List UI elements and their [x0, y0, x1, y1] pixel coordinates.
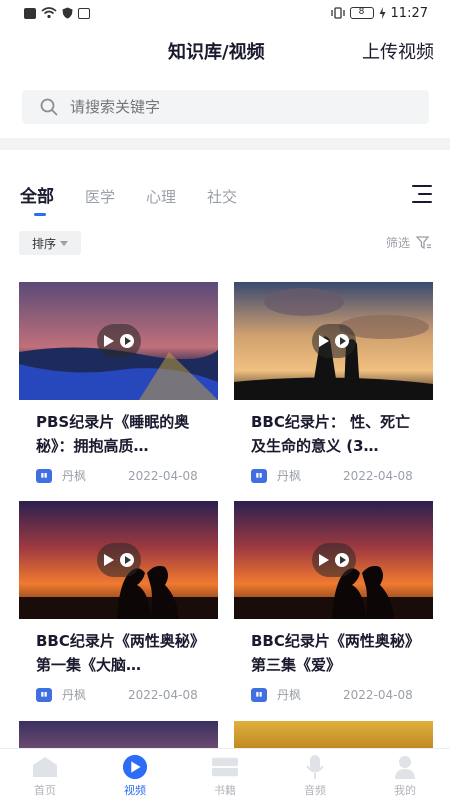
video-meta: ▮▮ 丹枫 2022-04-08: [251, 467, 433, 484]
bottom-navigation: 首页 视频 书籍 音频 我的: [0, 748, 450, 800]
video-meta: ▮▮ 丹枫 2022-04-08: [251, 686, 433, 703]
video-meta: ▮▮ 丹枫 2022-04-08: [36, 686, 218, 703]
status-bar: 8 11:27: [0, 0, 450, 26]
tab-medicine[interactable]: 医学: [85, 186, 115, 207]
play-button[interactable]: [312, 543, 356, 577]
play-icon: [104, 554, 114, 566]
active-tab-indicator: [34, 213, 46, 216]
play-button[interactable]: [97, 543, 141, 577]
nav-home[interactable]: 首页: [0, 749, 90, 800]
play-icon: [319, 335, 329, 347]
nav-label: 我的: [394, 784, 416, 797]
couple-silhouette-thumbnail[interactable]: [234, 282, 433, 400]
video-title[interactable]: BBC纪录片《两性奥秘》第三集《爱》: [251, 629, 421, 677]
nav-profile[interactable]: 我的: [360, 749, 450, 800]
user-icon: [392, 755, 418, 779]
nav-label: 音频: [304, 784, 326, 797]
wifi-icon: [41, 7, 57, 19]
nav-label: 首页: [34, 784, 56, 797]
author-name: 丹枫: [62, 469, 87, 483]
vibrate-icon: [330, 7, 345, 19]
video-play-icon: [122, 754, 148, 780]
book-icon: [212, 755, 238, 779]
author-name: 丹枫: [277, 469, 302, 483]
sort-dropdown[interactable]: 排序: [19, 231, 81, 255]
page-title: 知识库/视频: [168, 42, 265, 63]
video-date: 2022-04-08: [343, 687, 413, 702]
tab-all[interactable]: 全部: [20, 182, 54, 216]
nav-audio[interactable]: 音频: [270, 749, 360, 800]
video-title[interactable]: BBC纪录片： 性、死亡及生命的意义 (3…: [251, 410, 421, 458]
search-icon: [40, 98, 58, 116]
sunset-kiss-thumbnail[interactable]: [234, 501, 433, 619]
filter-label: 筛选: [385, 236, 410, 250]
video-thumbnail-partial[interactable]: [19, 721, 218, 748]
author-avatar: ▮▮: [36, 468, 52, 483]
status-icons-left: [24, 7, 90, 19]
tab-psychology[interactable]: 心理: [146, 186, 176, 207]
nav-label: 视频: [124, 784, 146, 797]
alert-icon: [24, 7, 36, 19]
play-button[interactable]: [97, 324, 141, 358]
night-sky-thumbnail[interactable]: [19, 282, 218, 400]
play-button[interactable]: [312, 324, 356, 358]
category-tabs: 全部 医学 心理 社交: [20, 182, 237, 216]
play-icon: [104, 335, 114, 347]
sort-label: 排序: [31, 236, 56, 251]
battery-icon: 8: [349, 7, 374, 19]
play-circle-icon: [120, 553, 134, 567]
header: 知识库/视频 上传视频: [0, 36, 450, 68]
search-bar[interactable]: [22, 90, 429, 124]
nav-books[interactable]: 书籍: [180, 749, 270, 800]
tab-label: 全部: [20, 187, 54, 207]
search-input[interactable]: [70, 98, 390, 116]
video-card[interactable]: BBC纪录片《两性奥秘》第一集《大脑… ▮▮ 丹枫 2022-04-08: [19, 501, 218, 703]
status-time: 11:27: [390, 5, 428, 21]
video-date: 2022-04-08: [128, 687, 198, 702]
video-card[interactable]: PBS纪录片《睡眠的奥秘》：拥抱高质… ▮▮ 丹枫 2022-04-08: [19, 282, 218, 484]
tab-label: 社交: [207, 188, 238, 206]
video-meta: ▮▮ 丹枫 2022-04-08: [36, 467, 218, 484]
author-avatar: ▮▮: [251, 468, 267, 483]
section-divider: [0, 138, 450, 150]
microphone-icon: [302, 755, 328, 779]
video-thumbnail-partial[interactable]: [234, 721, 433, 748]
video-date: 2022-04-08: [128, 468, 198, 483]
nav-video[interactable]: 视频: [90, 749, 180, 800]
charging-icon: [379, 7, 386, 19]
caret-down-icon: [60, 240, 68, 246]
video-title[interactable]: PBS纪录片《睡眠的奥秘》：拥抱高质…: [36, 410, 206, 458]
tab-social[interactable]: 社交: [207, 186, 237, 207]
nav-label: 书籍: [214, 784, 236, 797]
upload-video-button[interactable]: 上传视频: [362, 38, 434, 64]
author-avatar: ▮▮: [251, 687, 267, 702]
message-icon: [78, 7, 90, 19]
author-name: 丹枫: [62, 688, 87, 702]
shield-icon: [62, 7, 73, 19]
filter-button[interactable]: 筛选: [386, 234, 432, 251]
tab-label: 医学: [85, 188, 116, 206]
home-icon: [32, 755, 58, 779]
play-circle-icon: [335, 334, 349, 348]
sunset-kiss-thumbnail[interactable]: [19, 501, 218, 619]
video-title[interactable]: BBC纪录片《两性奥秘》第一集《大脑…: [36, 629, 206, 677]
funnel-icon: [416, 235, 431, 249]
status-icons-right: 8 11:27: [330, 5, 428, 21]
tab-label: 心理: [146, 188, 177, 206]
video-date: 2022-04-08: [343, 468, 413, 483]
author-avatar: ▮▮: [36, 687, 52, 702]
play-circle-icon: [335, 553, 349, 567]
video-card[interactable]: BBC纪录片《两性奥秘》第三集《爱》 ▮▮ 丹枫 2022-04-08: [234, 501, 433, 703]
author-name: 丹枫: [277, 688, 302, 702]
video-card[interactable]: BBC纪录片： 性、死亡及生命的意义 (3… ▮▮ 丹枫 2022-04-08: [234, 282, 433, 484]
category-menu-icon[interactable]: [412, 185, 432, 203]
play-icon: [319, 554, 329, 566]
play-circle-icon: [120, 334, 134, 348]
